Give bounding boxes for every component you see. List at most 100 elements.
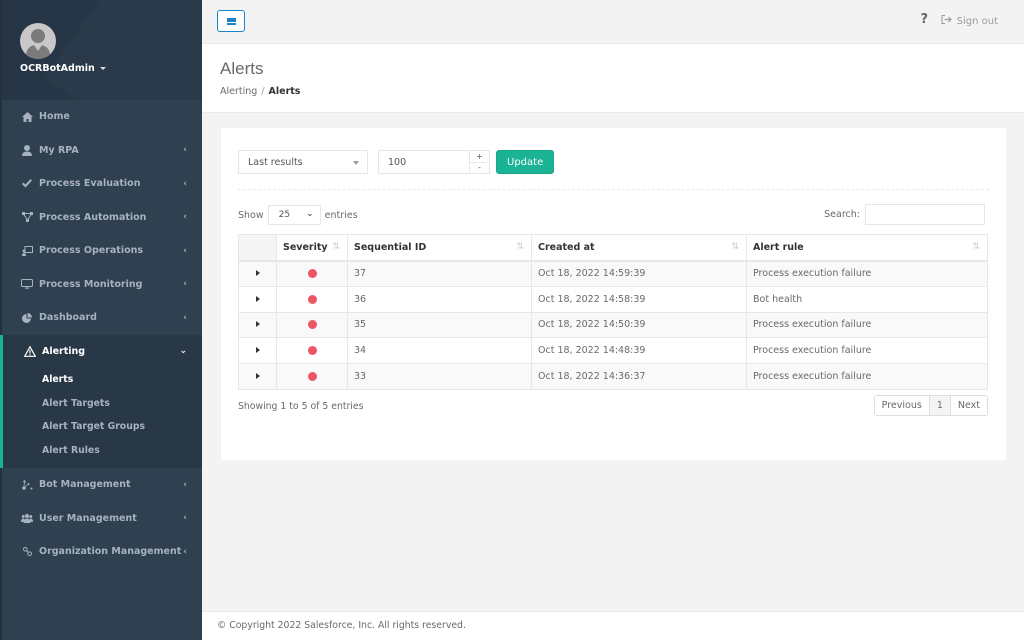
chevron-left-icon: ‹	[183, 212, 187, 223]
expand-row-icon[interactable]	[255, 270, 260, 277]
column-header-label: Sequential ID	[354, 241, 427, 253]
sidebar-item-bot-management[interactable]: Bot Management ‹	[2, 468, 202, 502]
chevron-left-icon: ‹	[183, 145, 187, 156]
sidebar-item-dashboard[interactable]: Dashboard ‹	[2, 301, 202, 335]
sidebar-item-process-evaluation[interactable]: Process Evaluation ‹	[2, 167, 202, 201]
sidebar-nav: Home My RPA ‹ Process Evaluation ‹ Proce…	[0, 100, 202, 569]
result-count-stepper: + -	[470, 150, 490, 174]
results-mode-select[interactable]: Last results	[238, 150, 368, 174]
column-header-created-at[interactable]: Created at ⇅	[531, 234, 747, 262]
alerting-submenu: Alerts Alert Targets Alert Target Groups…	[3, 368, 202, 468]
expand-row-icon[interactable]	[255, 295, 260, 302]
severity-critical-icon	[307, 269, 317, 279]
divider	[238, 189, 989, 190]
footer: © Copyright 2022 Salesforce, Inc. All ri…	[202, 611, 1024, 640]
pie-chart-icon	[20, 312, 34, 323]
alert-rule-cell: Process execution failure	[746, 363, 988, 390]
column-header-sequential-id[interactable]: Sequential ID ⇅	[347, 234, 532, 262]
chevron-left-icon: ‹	[183, 178, 187, 189]
severity-cell	[276, 260, 348, 287]
expand-row-icon[interactable]	[255, 373, 260, 380]
sort-desc-icon: ⇅	[731, 242, 739, 252]
update-button[interactable]: Update	[496, 150, 555, 174]
page-length-value: 25	[278, 210, 291, 220]
table-row[interactable]: 36 Oct 18, 2022 14:58:39 Bot health	[238, 285, 988, 313]
sign-out-link[interactable]: Sign out	[941, 15, 998, 27]
expand-cell[interactable]	[238, 285, 277, 313]
pagination: Previous 1 Next	[873, 395, 988, 416]
severity-cell	[276, 285, 348, 313]
submenu-item-alerts[interactable]: Alerts	[3, 368, 202, 392]
column-header-expand	[238, 234, 277, 262]
submenu-item-alert-targets[interactable]: Alert Targets	[3, 392, 202, 416]
sidebar-item-organization-management[interactable]: Organization Management ‹	[2, 535, 202, 569]
expand-cell[interactable]	[238, 311, 277, 339]
sidebar-item-user-management[interactable]: User Management ‹	[2, 502, 202, 536]
previous-page-button[interactable]: Previous	[874, 396, 929, 415]
sidebar-item-process-automation[interactable]: Process Automation ‹	[2, 201, 202, 235]
sidebar-item-label: User Management	[39, 512, 137, 524]
sidebar-item-label: Process Evaluation	[39, 178, 141, 190]
search-label: Search:	[824, 209, 860, 220]
help-button[interactable]: ?	[920, 12, 928, 27]
avatar[interactable]	[20, 23, 56, 59]
profile-header: OCRBotAdmin	[2, 0, 202, 100]
sidebar-item-alerting[interactable]: Alerting ⌄	[3, 335, 202, 369]
sort-icon: ⇅	[332, 242, 340, 252]
created-at-cell: Oct 18, 2022 14:48:39	[531, 337, 747, 365]
search-input[interactable]	[865, 204, 985, 225]
table-row[interactable]: 34 Oct 18, 2022 14:48:39 Process executi…	[238, 337, 988, 365]
severity-critical-icon	[307, 346, 317, 356]
expand-cell[interactable]	[238, 260, 277, 287]
alerts-panel: Last results 100 + - Update Show 25 ⌄ en…	[221, 128, 1006, 460]
result-count-input[interactable]: 100	[378, 150, 470, 174]
column-header-label: Severity	[283, 241, 328, 253]
breadcrumb-item-alerting[interactable]: Alerting	[220, 86, 257, 97]
next-page-button[interactable]: Next	[950, 396, 987, 415]
expand-row-icon[interactable]	[255, 347, 260, 354]
table-header-row: Severity ⇅ Sequential ID ⇅ Created at ⇅ Ale…	[238, 234, 988, 262]
chevron-left-icon: ‹	[183, 245, 187, 256]
increment-button[interactable]: +	[470, 151, 489, 163]
breadcrumb: Alerting / Alerts	[220, 86, 300, 97]
sidebar-item-process-monitoring[interactable]: Process Monitoring ‹	[2, 268, 202, 302]
chevron-left-icon: ‹	[183, 279, 187, 290]
submenu-item-alert-rules[interactable]: Alert Rules	[3, 439, 202, 463]
decrement-button[interactable]: -	[470, 163, 489, 174]
username: OCRBotAdmin	[20, 63, 95, 74]
sequential-id-cell: 33	[347, 363, 532, 390]
home-icon	[20, 111, 34, 122]
chevron-left-icon: ‹	[183, 479, 187, 490]
sidebar-item-home[interactable]: Home	[2, 100, 202, 134]
sidebar-item-my-rpa[interactable]: My RPA ‹	[2, 134, 202, 168]
sidebar-item-label: Dashboard	[39, 312, 97, 324]
severity-critical-icon	[307, 372, 317, 382]
sitemap-icon	[20, 212, 34, 223]
chevron-down-icon: ⌄	[179, 346, 187, 357]
page-length-select[interactable]: 25 ⌄	[267, 205, 321, 225]
table-row[interactable]: 33 Oct 18, 2022 14:36:37 Process executi…	[238, 363, 988, 390]
table-row[interactable]: 37 Oct 18, 2022 14:59:39 Process executi…	[238, 260, 988, 287]
submenu-item-alert-target-groups[interactable]: Alert Target Groups	[3, 415, 202, 439]
user-icon	[20, 144, 34, 156]
user-menu-toggle[interactable]: OCRBotAdmin	[20, 63, 106, 74]
column-header-alert-rule[interactable]: Alert rule ⇅	[746, 234, 988, 262]
table-row[interactable]: 35 Oct 18, 2022 14:50:39 Process executi…	[238, 311, 988, 339]
check-icon	[20, 179, 34, 188]
alert-rule-cell: Process execution failure	[746, 260, 988, 287]
sign-out-label: Sign out	[956, 15, 998, 27]
created-at-cell: Oct 18, 2022 14:50:39	[531, 311, 747, 339]
page-button-1[interactable]: 1	[928, 396, 951, 415]
sequential-id-cell: 35	[347, 311, 532, 339]
page-length-control: Show 25 ⌄ entries	[238, 205, 358, 225]
expand-cell[interactable]	[238, 337, 277, 365]
sidebar-item-process-operations[interactable]: Process Operations ‹	[2, 234, 202, 268]
bot-icon	[20, 480, 34, 490]
column-header-severity[interactable]: Severity ⇅	[276, 234, 348, 262]
sidebar-toggle-button[interactable]	[217, 10, 245, 32]
breadcrumb-separator: /	[261, 86, 265, 97]
expand-row-icon[interactable]	[255, 321, 260, 328]
filter-row: Last results 100 + - Update	[238, 150, 555, 174]
users-icon	[20, 513, 34, 524]
expand-cell[interactable]	[238, 363, 277, 390]
